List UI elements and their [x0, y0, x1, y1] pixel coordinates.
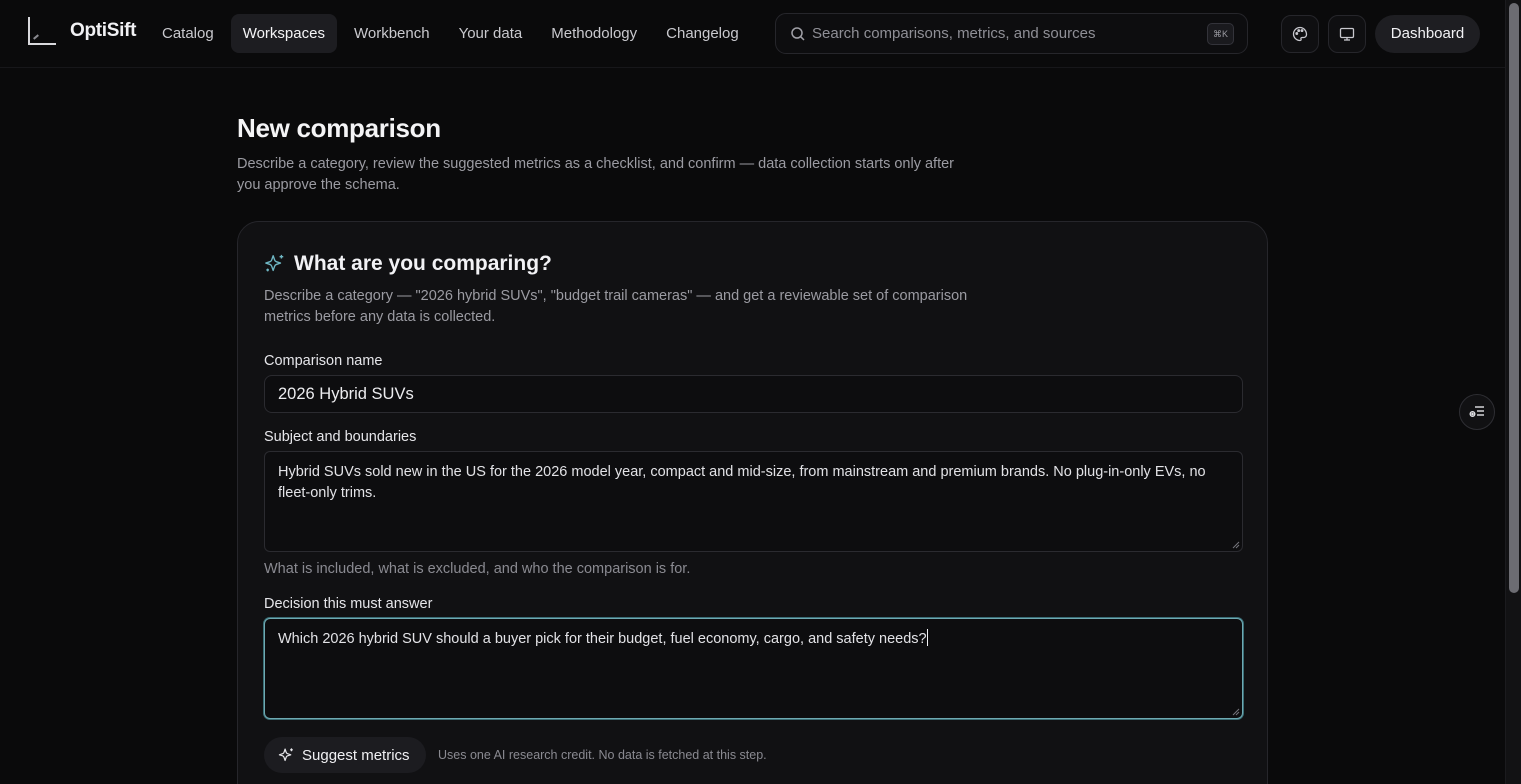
search-icon — [791, 27, 805, 41]
resize-handle-icon[interactable] — [1232, 708, 1240, 716]
text-caret — [926, 629, 928, 646]
palette-icon — [1292, 26, 1308, 42]
display-mode-button[interactable] — [1328, 15, 1366, 53]
subject-hint: What is included, what is excluded, and … — [264, 561, 691, 577]
decision-text: Which 2026 hybrid SUV should a buyer pic… — [278, 631, 927, 647]
subject-text: Hybrid SUVs sold new in the US for the 2… — [278, 464, 1206, 501]
subject-textarea[interactable]: Hybrid SUVs sold new in the US for the 2… — [264, 451, 1243, 552]
sparkles-icon — [278, 747, 293, 761]
nav-item-workspaces[interactable]: Workspaces — [230, 14, 337, 53]
card-title: What are you comparing? — [294, 252, 552, 275]
top-header: OptiSift Catalog Workspaces Workbench Yo… — [0, 0, 1505, 68]
comparison-form-card: What are you comparing? Describe a categ… — [237, 221, 1268, 784]
subject-label: Subject and boundaries — [264, 429, 417, 445]
floating-outline-button[interactable] — [1459, 394, 1495, 430]
logo-mark-icon — [27, 16, 57, 46]
card-description: Describe a category — "2026 hybrid SUVs"… — [264, 288, 968, 325]
monitor-icon — [1339, 27, 1355, 41]
theme-button[interactable] — [1281, 15, 1319, 53]
nav-item-changelog[interactable]: Changelog — [654, 14, 751, 53]
search-shortcut-badge: ⌘K — [1207, 23, 1234, 45]
credit-note: Uses one AI research credit. No data is … — [438, 748, 767, 762]
suggest-metrics-label: Suggest metrics — [302, 746, 410, 764]
page-description: Describe a category, review the suggeste… — [237, 156, 954, 193]
comparison-name-label: Comparison name — [264, 353, 383, 369]
card-heading: What are you comparing? — [264, 252, 552, 276]
search-placeholder: Search comparisons, metrics, and sources — [812, 25, 1096, 42]
resize-handle-icon[interactable] — [1232, 541, 1240, 549]
suggest-metrics-button[interactable]: Suggest metrics — [264, 737, 426, 773]
app-logo[interactable]: OptiSift — [27, 16, 137, 46]
nav-item-methodology[interactable]: Methodology — [539, 14, 649, 53]
dashboard-button[interactable]: Dashboard — [1375, 15, 1480, 53]
comparison-name-input[interactable]: 2026 Hybrid SUVs — [264, 375, 1243, 413]
page-scrollbar[interactable] — [1505, 0, 1521, 784]
sparkles-icon — [265, 254, 284, 272]
decision-textarea[interactable]: Which 2026 hybrid SUV should a buyer pic… — [264, 618, 1243, 719]
decision-label: Decision this must answer — [264, 596, 433, 612]
main-nav: Catalog Workspaces Workbench Your data M… — [150, 14, 756, 53]
page-title: New comparison — [237, 113, 441, 143]
nav-item-your-data[interactable]: Your data — [447, 14, 535, 53]
search-input[interactable]: Search comparisons, metrics, and sources… — [775, 13, 1248, 54]
list-settings-icon — [1469, 406, 1484, 417]
nav-item-workbench[interactable]: Workbench — [342, 14, 442, 53]
app-name: OptiSift — [70, 20, 137, 41]
scrollbar-thumb[interactable] — [1509, 3, 1519, 593]
nav-item-catalog[interactable]: Catalog — [150, 14, 226, 53]
